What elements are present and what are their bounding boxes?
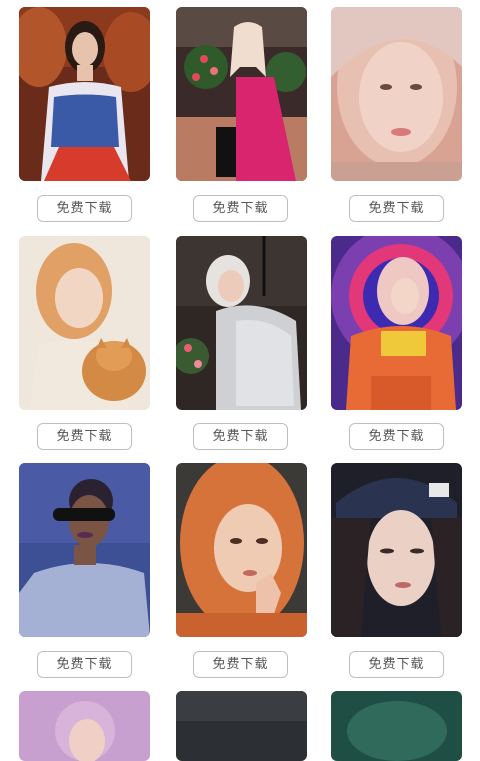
wallpaper-image <box>176 7 307 181</box>
wallpaper-thumbnail[interactable] <box>331 7 462 181</box>
wallpaper-thumbnail[interactable] <box>176 463 307 637</box>
wallpaper-thumbnail[interactable] <box>19 691 150 761</box>
wallpaper-thumbnail[interactable] <box>19 7 150 181</box>
free-download-button[interactable]: 免费下载 <box>349 651 444 678</box>
wallpaper-image <box>331 236 462 410</box>
wallpaper-image <box>331 691 462 761</box>
wallpaper-image <box>19 691 150 761</box>
wallpaper-image <box>176 236 307 410</box>
free-download-button[interactable]: 免费下载 <box>193 195 288 222</box>
wallpaper-image <box>176 691 307 761</box>
free-download-button[interactable]: 免费下载 <box>193 651 288 678</box>
wallpaper-thumbnail[interactable] <box>176 691 307 761</box>
wallpaper-image <box>331 7 462 181</box>
free-download-button[interactable]: 免费下载 <box>37 195 132 222</box>
wallpaper-grid: 免费下载 免费下载 免费下载 免费下载 免费下载 免费下载 免费下载 免费下载 … <box>0 0 480 761</box>
wallpaper-thumbnail[interactable] <box>176 7 307 181</box>
wallpaper-thumbnail[interactable] <box>331 236 462 410</box>
wallpaper-image <box>19 236 150 410</box>
wallpaper-thumbnail[interactable] <box>19 463 150 637</box>
wallpaper-thumbnail[interactable] <box>19 236 150 410</box>
free-download-button[interactable]: 免费下载 <box>193 423 288 450</box>
wallpaper-image <box>176 463 307 637</box>
free-download-button[interactable]: 免费下载 <box>37 423 132 450</box>
free-download-button[interactable]: 免费下载 <box>349 195 444 222</box>
wallpaper-image <box>19 463 150 637</box>
wallpaper-thumbnail[interactable] <box>176 236 307 410</box>
free-download-button[interactable]: 免费下载 <box>349 423 444 450</box>
free-download-button[interactable]: 免费下载 <box>37 651 132 678</box>
wallpaper-image <box>331 463 462 637</box>
wallpaper-image <box>19 7 150 181</box>
wallpaper-thumbnail[interactable] <box>331 691 462 761</box>
wallpaper-thumbnail[interactable] <box>331 463 462 637</box>
